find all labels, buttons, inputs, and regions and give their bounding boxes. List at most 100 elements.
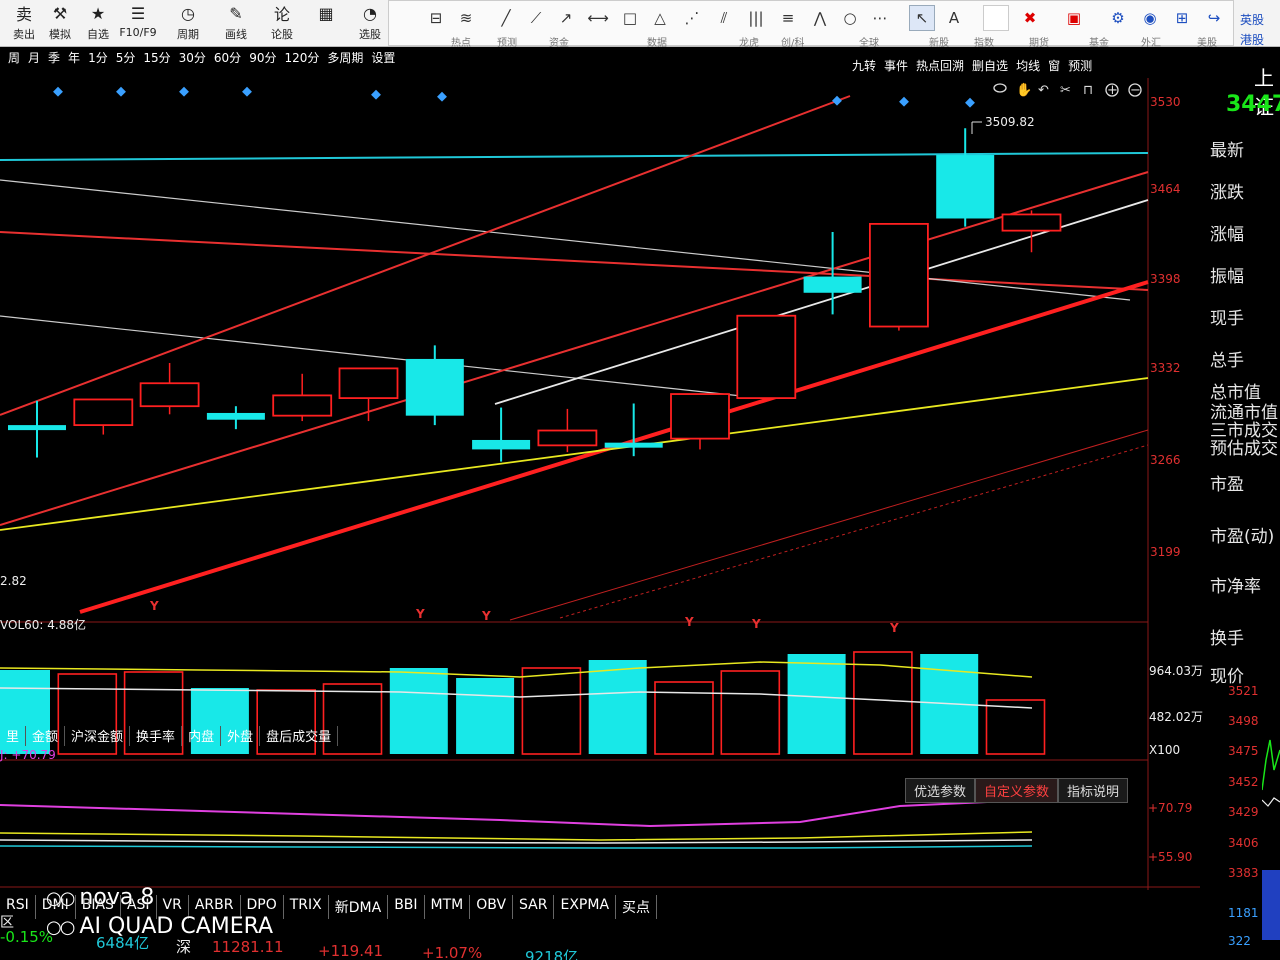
vol-tab-2[interactable]: 沪深金额 [65, 726, 131, 746]
toolbar-button-1[interactable]: ⚒ 模拟 [40, 2, 80, 44]
toolbar-button-5[interactable]: ✎ 画线 [216, 2, 256, 44]
volume-bar [521, 667, 582, 755]
svg-text:Y: Y [751, 617, 761, 631]
toolbar-button-2[interactable]: ★ 自选 [78, 2, 118, 44]
candle-body [472, 439, 531, 450]
kdj-label: J: +70.79 [0, 748, 56, 762]
vol-tab-5[interactable]: 外盘 [221, 726, 261, 746]
kdj-line-4 [0, 845, 1033, 849]
period-9[interactable]: 90分 [249, 49, 276, 66]
chart-menu-5[interactable]: 窗 [1048, 57, 1060, 74]
toolbar-button-8[interactable]: ◔ 选股 [350, 2, 390, 44]
horizontal-segment-icon[interactable]: ⟷ [585, 5, 611, 31]
vol-tab-6[interactable]: 盘后成交量 [260, 726, 339, 746]
kline-chart[interactable]: Y Y Y Y Y Y ✋ ↶ ✂ ⊓ + − [0, 78, 1200, 960]
chart-menu-1[interactable]: 事件 [884, 57, 908, 74]
param-tab-2[interactable]: 指标说明 [1058, 778, 1129, 803]
fibonacci-icon[interactable]: ≡ [775, 5, 801, 31]
circle-icon[interactable]: ○ [837, 5, 863, 31]
cycle-lines-icon[interactable]: ||| [743, 5, 769, 31]
indicator-tab-11[interactable]: OBV [470, 895, 514, 919]
triangle-icon[interactable]: △ [647, 5, 673, 31]
camera-watermark: ○○ nova 8 ○○ AI QUAD CAMERA [46, 885, 274, 939]
text-tool-icon[interactable]: A [941, 5, 967, 31]
indicator-tab-8[interactable]: 新DMA [329, 895, 389, 919]
param-tab-0[interactable]: 优选参数 [905, 778, 976, 803]
uk-stocks-link[interactable]: 英股 [1240, 10, 1264, 30]
vol-tab-4[interactable]: 内盘 [182, 726, 222, 746]
fan-icon[interactable]: ⋰ [679, 5, 705, 31]
cursor-select-icon[interactable]: ↖ [909, 5, 935, 31]
toolbar-label-2: 自选 [87, 28, 109, 41]
chart-menu-4[interactable]: 均线 [1016, 57, 1040, 74]
toolbar-icon-3: ☰ [130, 3, 146, 23]
more-tools-icon[interactable]: ⋯ [867, 5, 893, 31]
candle-body [604, 442, 663, 448]
toolbar-button-6[interactable]: 论论股 [262, 2, 302, 44]
parallel-lines-icon[interactable]: ⫽ [711, 5, 737, 31]
period-4[interactable]: 1分 [88, 49, 108, 66]
period-8[interactable]: 60分 [214, 49, 241, 66]
chart-menu-3[interactable]: 删自选 [972, 57, 1008, 74]
period-10[interactable]: 120分 [284, 49, 319, 66]
period-2[interactable]: 季 [48, 49, 60, 66]
vol-label: VOL60: 4.88亿 [0, 618, 86, 632]
status-pct: +1.07% [422, 944, 483, 960]
horizontal-line-icon[interactable]: ⊟ [423, 5, 449, 31]
rectangle-icon[interactable]: □ [617, 5, 643, 31]
indicator-tab-13[interactable]: EXPMA [554, 895, 617, 919]
undo-icon: ↶ [1038, 83, 1049, 98]
vol-tab-1[interactable]: 金额 [26, 726, 66, 746]
quote-field-12: 市净率 [1210, 577, 1261, 597]
delete-icon[interactable]: ✖ [1017, 5, 1043, 31]
settings-gear-icon[interactable]: ⚙ [1105, 5, 1131, 31]
vol-tab-0[interactable]: 里 [0, 726, 27, 746]
period-1[interactable]: 月 [28, 49, 40, 66]
save-icon[interactable]: ▣ [1061, 5, 1087, 31]
volume-bar [389, 668, 448, 754]
volume-indicator-tabs: 里金额 沪深金额 换手率 内盘 外盘 盘后成交量 [0, 726, 339, 746]
toolbar-icon-2: ★ [90, 3, 106, 23]
drawing-toolbar: ⊟ ≋ ╱ ⟋ ↗ ⟷ □ △ ⋰ ⫽ ||| ≡ ⋀ ○ ⋯ ↖ A ✖ ▣ … [388, 0, 1234, 49]
ray-icon[interactable]: ⟋ [523, 5, 549, 31]
period-11[interactable]: 多周期 [327, 49, 363, 66]
arrow-line-icon[interactable]: ↗ [553, 5, 579, 31]
indicator-tab-9[interactable]: BBI [388, 895, 425, 919]
quote-field-1: 涨跌 [1210, 183, 1244, 203]
indicator-tab-12[interactable]: SAR [513, 895, 555, 919]
period-7[interactable]: 30分 [179, 49, 206, 66]
channel-icon[interactable]: ≋ [453, 5, 479, 31]
chart-menu-0[interactable]: 九转 [852, 57, 876, 74]
eye-icon[interactable]: ◉ [1137, 5, 1163, 31]
vol-tab-3[interactable]: 换手率 [130, 726, 183, 746]
color-picker-icon[interactable] [983, 5, 1009, 31]
mini-axis-8: 322 [1228, 934, 1251, 948]
chart-menu-6[interactable]: 预测 [1068, 57, 1092, 74]
line-segment-icon[interactable]: ╱ [493, 5, 519, 31]
toolbar-label-8: 选股 [359, 28, 381, 41]
quote-field-0: 最新 [1210, 141, 1244, 161]
toolbar-button-3[interactable]: ☰ F10/F9 [118, 2, 158, 44]
period-5[interactable]: 5分 [116, 49, 136, 66]
indicator-tab-14[interactable]: 买点 [616, 895, 658, 919]
toolbar-label-1: 模拟 [49, 28, 71, 41]
period-0[interactable]: 周 [8, 49, 20, 66]
grid-icon[interactable]: ⊞ [1169, 5, 1195, 31]
share-icon[interactable]: ↪ [1201, 5, 1227, 31]
chart-menu-2[interactable]: 热点回溯 [916, 57, 964, 74]
param-tab-1[interactable]: 自定义参数 [975, 778, 1059, 803]
wave-icon[interactable]: ⋀ [807, 5, 833, 31]
indicator-tab-7[interactable]: TRIX [284, 895, 329, 919]
toolbar-button-7[interactable]: ▦ [306, 2, 346, 44]
period-3[interactable]: 年 [68, 49, 80, 66]
toolbar-button-4[interactable]: ◷ 周期 [168, 2, 208, 44]
toolbar-icon-6: 论 [273, 5, 290, 24]
status-change: +119.41 [318, 942, 384, 960]
quote-field-3: 振幅 [1210, 267, 1244, 287]
volume-bar [787, 654, 846, 754]
indicator-tab-10[interactable]: MTM [425, 895, 471, 919]
period-12[interactable]: 设置 [371, 49, 395, 66]
toolbar-button-0[interactable]: 卖卖出 [4, 2, 44, 44]
toolbar-icon-5: ✎ [229, 3, 243, 23]
period-6[interactable]: 15分 [143, 49, 170, 66]
